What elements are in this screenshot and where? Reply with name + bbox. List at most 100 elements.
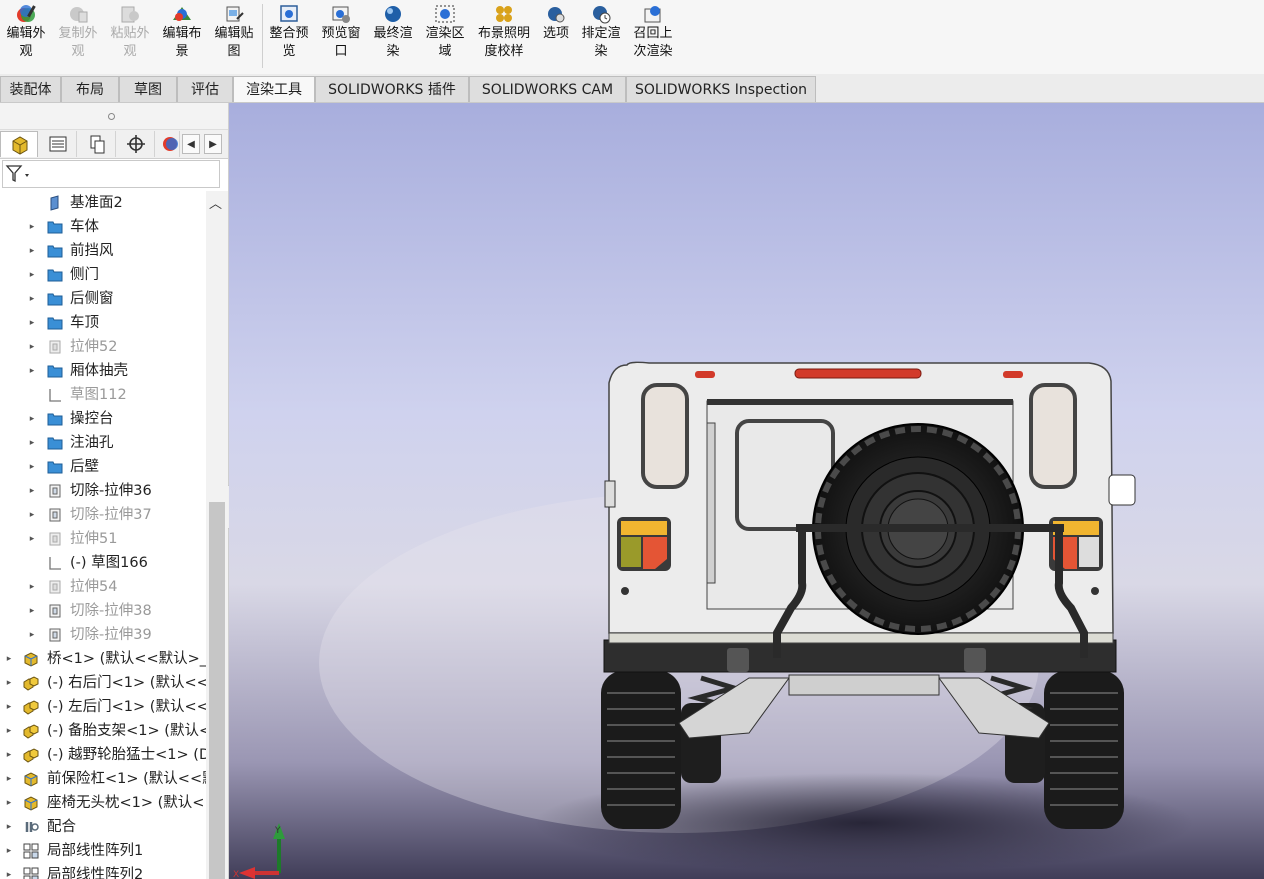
folder-icon [47, 459, 63, 475]
schedule-render-button[interactable]: 排定渲 染 [578, 4, 624, 68]
folder-icon [47, 291, 63, 307]
tab-configuration-manager[interactable] [78, 131, 116, 157]
expand-arrow-icon[interactable]: ▸ [4, 719, 14, 743]
tree-item[interactable]: ▸ 侧门 [0, 263, 206, 287]
tree-item[interactable]: ▸ (-) 左后门<1> (默认<<默 [0, 695, 206, 719]
tab-solidworks-inspection[interactable]: SOLIDWORKS Inspection [626, 76, 816, 102]
folder-icon [47, 243, 63, 259]
tree-item[interactable]: ▸ 拉伸52 [0, 335, 206, 359]
edit-scene-button[interactable]: 编辑布 景 [159, 4, 205, 68]
expand-arrow-icon[interactable]: ▸ [27, 359, 37, 383]
tree-item[interactable]: ▸ 切除-拉伸36 [0, 479, 206, 503]
tree-item[interactable]: ▸ 桥<1> (默认<<默认>_外 [0, 647, 206, 671]
edit-appearance-button[interactable]: 编辑外 观 [4, 4, 48, 68]
tree-item[interactable]: ▸ 切除-拉伸37 [0, 503, 206, 527]
tree-item[interactable]: ▸ 局部线性阵列2 [0, 863, 206, 879]
tree-vertical-scrollbar[interactable]: ︿ [206, 191, 228, 879]
expand-arrow-icon[interactable]: ▸ [4, 671, 14, 695]
expand-arrow-icon[interactable]: ▸ [27, 527, 37, 551]
expand-arrow-icon[interactable]: ▸ [27, 215, 37, 239]
preview-window-button[interactable]: 预览窗 口 [318, 4, 364, 68]
edit-decal-button[interactable]: 编辑贴 图 [211, 4, 257, 68]
feature-manager-panel: ◀ ▶ 基准面2 ▸ 车体 ▸ 前挡风 ▸ 侧门 ▸ 后侧窗 ▸ 车顶 ▸ 拉伸52 ▸ 厢体抽壳 草图112… [0, 103, 229, 879]
render-region-button[interactable]: 渲染区 域 [422, 4, 468, 68]
integrated-preview-button[interactable]: 整合预 览 [266, 4, 312, 68]
tree-item[interactable]: (-) 草图166 [0, 551, 206, 575]
tree-item[interactable]: ▸ 前保险杠<1> (默认<<默认 [0, 767, 206, 791]
tree-item[interactable]: ▸ 切除-拉伸39 [0, 623, 206, 647]
tab-feature-manager[interactable] [0, 131, 38, 157]
copy-appearance-icon [70, 7, 88, 23]
tree-item[interactable]: ▸ 座椅无头枕<1> (默认<< [0, 791, 206, 815]
scene-illumination-proof-button[interactable]: 布景照明 度校样 [474, 4, 534, 68]
expand-arrow-icon[interactable]: ▸ [4, 743, 14, 767]
panel-tab-scroll-left[interactable]: ◀ [182, 134, 200, 154]
tree-item[interactable]: ▸ 局部线性阵列1 [0, 839, 206, 863]
expand-arrow-icon[interactable]: ▸ [27, 287, 37, 311]
tree-item[interactable]: ▸ 拉伸54 [0, 575, 206, 599]
tree-filter-input[interactable] [2, 160, 220, 188]
tab-assembly[interactable]: 装配体 [0, 76, 61, 102]
tab-layout[interactable]: 布局 [61, 76, 119, 102]
expand-arrow-icon[interactable]: ▸ [27, 239, 37, 263]
tree-item[interactable]: ▸ 拉伸51 [0, 527, 206, 551]
expand-arrow-icon[interactable]: ▸ [4, 863, 14, 879]
paste-appearance-button[interactable]: 粘贴外 观 [107, 4, 153, 68]
tree-item[interactable]: ▸ 车体 [0, 215, 206, 239]
tree-item[interactable]: ▸ 厢体抽壳 [0, 359, 206, 383]
tree-item[interactable]: ▸ 前挡风 [0, 239, 206, 263]
tree-item[interactable]: ▸ 后壁 [0, 455, 206, 479]
tree-item[interactable]: ▸ (-) 右后门<1> (默认<<默 [0, 671, 206, 695]
scrollbar-thumb[interactable] [209, 502, 225, 879]
expand-arrow-icon[interactable]: ▸ [4, 647, 14, 671]
tab-dimxpert-manager[interactable] [117, 131, 155, 157]
copy-appearance-button[interactable]: 复制外 观 [55, 4, 101, 68]
final-render-button[interactable]: 最终渲 染 [370, 4, 416, 68]
tree-item[interactable]: ▸ (-) 备胎支架<1> (默认<< [0, 719, 206, 743]
expand-arrow-icon[interactable]: ▸ [27, 455, 37, 479]
expand-arrow-icon[interactable]: ▸ [27, 311, 37, 335]
options-button[interactable]: 选项 [540, 4, 572, 68]
expand-arrow-icon[interactable]: ▸ [4, 839, 14, 863]
tree-item[interactable]: ▸ 操控台 [0, 407, 206, 431]
panel-grip[interactable] [0, 103, 228, 130]
expand-arrow-icon[interactable]: ▸ [27, 575, 37, 599]
recall-last-render-label-2: 次渲染 [633, 44, 673, 59]
paste-appearance-label-2: 观 [123, 44, 137, 59]
tree-item[interactable]: ▸ 车顶 [0, 311, 206, 335]
tab-sketch[interactable]: 草图 [119, 76, 177, 102]
tree-item[interactable]: ▸ 后侧窗 [0, 287, 206, 311]
tree-item[interactable]: ▸ 配合 [0, 815, 206, 839]
expand-arrow-icon[interactable]: ▸ [27, 431, 37, 455]
tree-item[interactable]: 草图112 [0, 383, 206, 407]
tab-evaluate[interactable]: 评估 [177, 76, 233, 102]
tree-item-label: 侧门 [70, 267, 99, 283]
expand-arrow-icon[interactable]: ▸ [27, 623, 37, 647]
tab-property-manager[interactable] [39, 131, 77, 157]
tree-item[interactable]: ▸ 切除-拉伸38 [0, 599, 206, 623]
expand-arrow-icon[interactable]: ▸ [4, 695, 14, 719]
expand-arrow-icon[interactable]: ▸ [27, 599, 37, 623]
expand-arrow-icon[interactable]: ▸ [27, 335, 37, 359]
expand-arrow-icon[interactable]: ▸ [27, 503, 37, 527]
tab-display-manager[interactable] [156, 131, 180, 157]
expand-arrow-icon[interactable]: ▸ [4, 791, 14, 815]
tab-solidworks-cam[interactable]: SOLIDWORKS CAM [469, 76, 626, 102]
tab-solidworks-addins[interactable]: SOLIDWORKS 插件 [315, 76, 469, 102]
panel-tab-scroll-right[interactable]: ▶ [204, 134, 222, 154]
expand-arrow-icon[interactable]: ▸ [27, 263, 37, 287]
tab-render-tools[interactable]: 渲染工具 [233, 76, 315, 102]
expand-arrow-icon[interactable]: ▸ [4, 767, 14, 791]
chevron-up-icon[interactable]: ︿ [209, 193, 222, 212]
recall-last-render-button[interactable]: 召回上 次渲染 [630, 4, 676, 68]
expand-arrow-icon[interactable]: ▸ [27, 407, 37, 431]
mates-icon [23, 819, 39, 835]
tree-item[interactable]: 基准面2 [0, 191, 206, 215]
expand-arrow-icon[interactable]: ▸ [4, 815, 14, 839]
property-manager-icon [49, 136, 67, 152]
integrated-preview-icon [280, 5, 298, 22]
graphics-viewport[interactable]: Y X [229, 103, 1264, 879]
tree-item[interactable]: ▸ (-) 越野轮胎猛士<1> (De [0, 743, 206, 767]
expand-arrow-icon[interactable]: ▸ [27, 479, 37, 503]
tree-item[interactable]: ▸ 注油孔 [0, 431, 206, 455]
